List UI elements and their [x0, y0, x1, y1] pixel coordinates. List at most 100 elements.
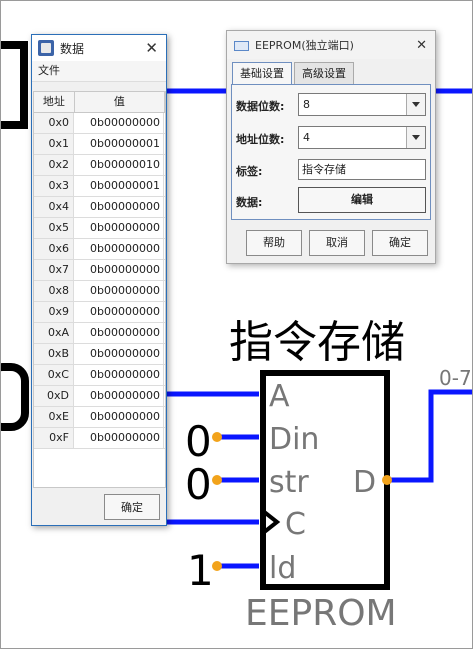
pin-label-c: C	[285, 507, 306, 542]
app-icon	[38, 40, 54, 56]
data-window-title: 数据	[60, 41, 85, 56]
tab-advanced-settings[interactable]: 高级设置	[294, 62, 354, 84]
table-row[interactable]: 0x9 0b00000000	[34, 302, 165, 323]
value-cell[interactable]: 0b00000001	[74, 176, 164, 196]
table-row[interactable]: 0x4 0b00000000	[34, 197, 165, 218]
chevron-down-icon[interactable]	[406, 127, 425, 148]
address-cell: 0xA	[34, 323, 74, 343]
value-cell[interactable]: 0b00000000	[74, 365, 164, 385]
wire-d-out	[387, 389, 472, 483]
eeprom-window-titlebar[interactable]: EEPROM(独立端口) ✕	[227, 31, 435, 59]
value-cell[interactable]: 0b00000000	[74, 281, 164, 301]
address-cell: 0x1	[34, 134, 74, 154]
value-cell[interactable]: 0b00000000	[74, 302, 164, 322]
address-cell: 0xB	[34, 344, 74, 364]
address-cell: 0xE	[34, 407, 74, 427]
value-cell[interactable]: 0b00000000	[74, 218, 164, 238]
table-header: 地址 值	[34, 92, 165, 113]
value-cell[interactable]: 0b00000010	[74, 155, 164, 175]
address-cell: 0x7	[34, 260, 74, 280]
bus-label: 0-7	[439, 366, 472, 390]
chevron-down-icon[interactable]	[406, 94, 425, 115]
data-window-titlebar[interactable]: 数据 ✕	[32, 35, 166, 61]
value-cell[interactable]: 0b00000000	[74, 428, 164, 448]
pin-str-dot	[212, 475, 222, 485]
partial-component-top	[1, 41, 28, 129]
table-row[interactable]: 0x0 0b00000000	[34, 113, 165, 134]
table-row[interactable]: 0x1 0b00000001	[34, 134, 165, 155]
address-cell: 0x9	[34, 302, 74, 322]
table-row[interactable]: 0x3 0b00000001	[34, 176, 165, 197]
data-ok-button[interactable]: 确定	[104, 494, 160, 520]
pin-din-dot	[212, 432, 222, 442]
menu-bar: 文件	[32, 61, 166, 82]
value-cell[interactable]: 0b00000001	[74, 134, 164, 154]
address-cell: 0xD	[34, 386, 74, 406]
data-bits-value: 8	[303, 98, 310, 111]
value-cell[interactable]: 0b00000000	[74, 323, 164, 343]
table-row[interactable]: 0x7 0b00000000	[34, 260, 165, 281]
partial-component-left	[1, 363, 29, 431]
table-row[interactable]: 0x5 0b00000000	[34, 218, 165, 239]
component-type-label: EEPROM	[245, 593, 397, 634]
ok-button[interactable]: 确定	[372, 230, 428, 256]
tag-field[interactable]: 指令存储	[298, 159, 426, 180]
addr-bits-select[interactable]: 4	[298, 126, 426, 149]
column-header-value[interactable]: 值	[75, 92, 165, 112]
table-row[interactable]: 0xA 0b00000000	[34, 323, 165, 344]
table-row[interactable]: 0xC 0b00000000	[34, 365, 165, 386]
const-din[interactable]: 0	[185, 417, 212, 466]
tag-label: 标签:	[236, 165, 263, 178]
value-cell[interactable]: 0b00000000	[74, 113, 164, 133]
address-cell: 0xC	[34, 365, 74, 385]
addr-bits-value: 4	[303, 131, 310, 144]
address-cell: 0x8	[34, 281, 74, 301]
table-row[interactable]: 0xD 0b00000000	[34, 386, 165, 407]
address-cell: 0x2	[34, 155, 74, 175]
settings-panel: 数据位数: 8 地址位数: 4 标签: 指令存储 数据: 编辑	[231, 84, 431, 220]
value-cell[interactable]: 0b00000000	[74, 197, 164, 217]
address-cell: 0x4	[34, 197, 74, 217]
data-bits-select[interactable]: 8	[298, 93, 426, 116]
value-cell[interactable]: 0b00000000	[74, 386, 164, 406]
table-body: 0x0 0b00000000 0x1 0b00000001 0x2 0b00000010 0…	[34, 113, 165, 449]
close-icon[interactable]: ✕	[145, 39, 158, 57]
table-row[interactable]: 0x2 0b00000010	[34, 155, 165, 176]
close-icon[interactable]: ✕	[416, 38, 427, 53]
addr-bits-label: 地址位数:	[236, 133, 285, 146]
pin-label-a: A	[269, 379, 290, 414]
data-label: 数据:	[236, 196, 263, 209]
menu-file[interactable]: 文件	[38, 64, 60, 77]
address-cell: 0x0	[34, 113, 74, 133]
eeprom-window-title: EEPROM(独立端口)	[255, 39, 354, 52]
eeprom-icon	[233, 38, 249, 52]
address-cell: 0x6	[34, 239, 74, 259]
const-ld[interactable]: 1	[187, 546, 214, 595]
value-cell[interactable]: 0b00000000	[74, 239, 164, 259]
cancel-button[interactable]: 取消	[309, 230, 365, 256]
table-row[interactable]: 0xB 0b00000000	[34, 344, 165, 365]
circuit-editor: 指令存储 A Din str C ld D EEPROM 0-7 0 0 1 数…	[0, 0, 473, 649]
value-cell[interactable]: 0b00000000	[74, 407, 164, 427]
help-button[interactable]: 帮助	[246, 230, 302, 256]
settings-tabs: 基础设置 高级设置	[232, 62, 356, 85]
tab-basic-settings[interactable]: 基础设置	[232, 62, 292, 85]
table-row[interactable]: 0xF 0b00000000	[34, 428, 165, 449]
pin-label-din: Din	[269, 422, 320, 457]
table-row[interactable]: 0x6 0b00000000	[34, 239, 165, 260]
address-cell: 0xF	[34, 428, 74, 448]
address-cell: 0x3	[34, 176, 74, 196]
pin-label-ld: ld	[269, 551, 297, 586]
pin-d-dot	[382, 475, 392, 485]
table-row[interactable]: 0xE 0b00000000	[34, 407, 165, 428]
value-cell[interactable]: 0b00000000	[74, 344, 164, 364]
edit-data-button[interactable]: 编辑	[298, 187, 426, 213]
component-tag-label: 指令存储	[229, 317, 405, 368]
table-row[interactable]: 0x8 0b00000000	[34, 281, 165, 302]
pin-label-str: str	[269, 465, 309, 500]
value-cell[interactable]: 0b00000000	[74, 260, 164, 280]
column-header-address[interactable]: 地址	[34, 92, 75, 112]
const-str[interactable]: 0	[185, 460, 212, 509]
data-window: 数据 ✕ 文件 地址 值 0x0 0b00000000 0x1 0b00000001 0…	[31, 34, 167, 526]
data-table: 地址 值 0x0 0b00000000 0x1 0b00000001 0x2 0b0000…	[33, 91, 166, 488]
